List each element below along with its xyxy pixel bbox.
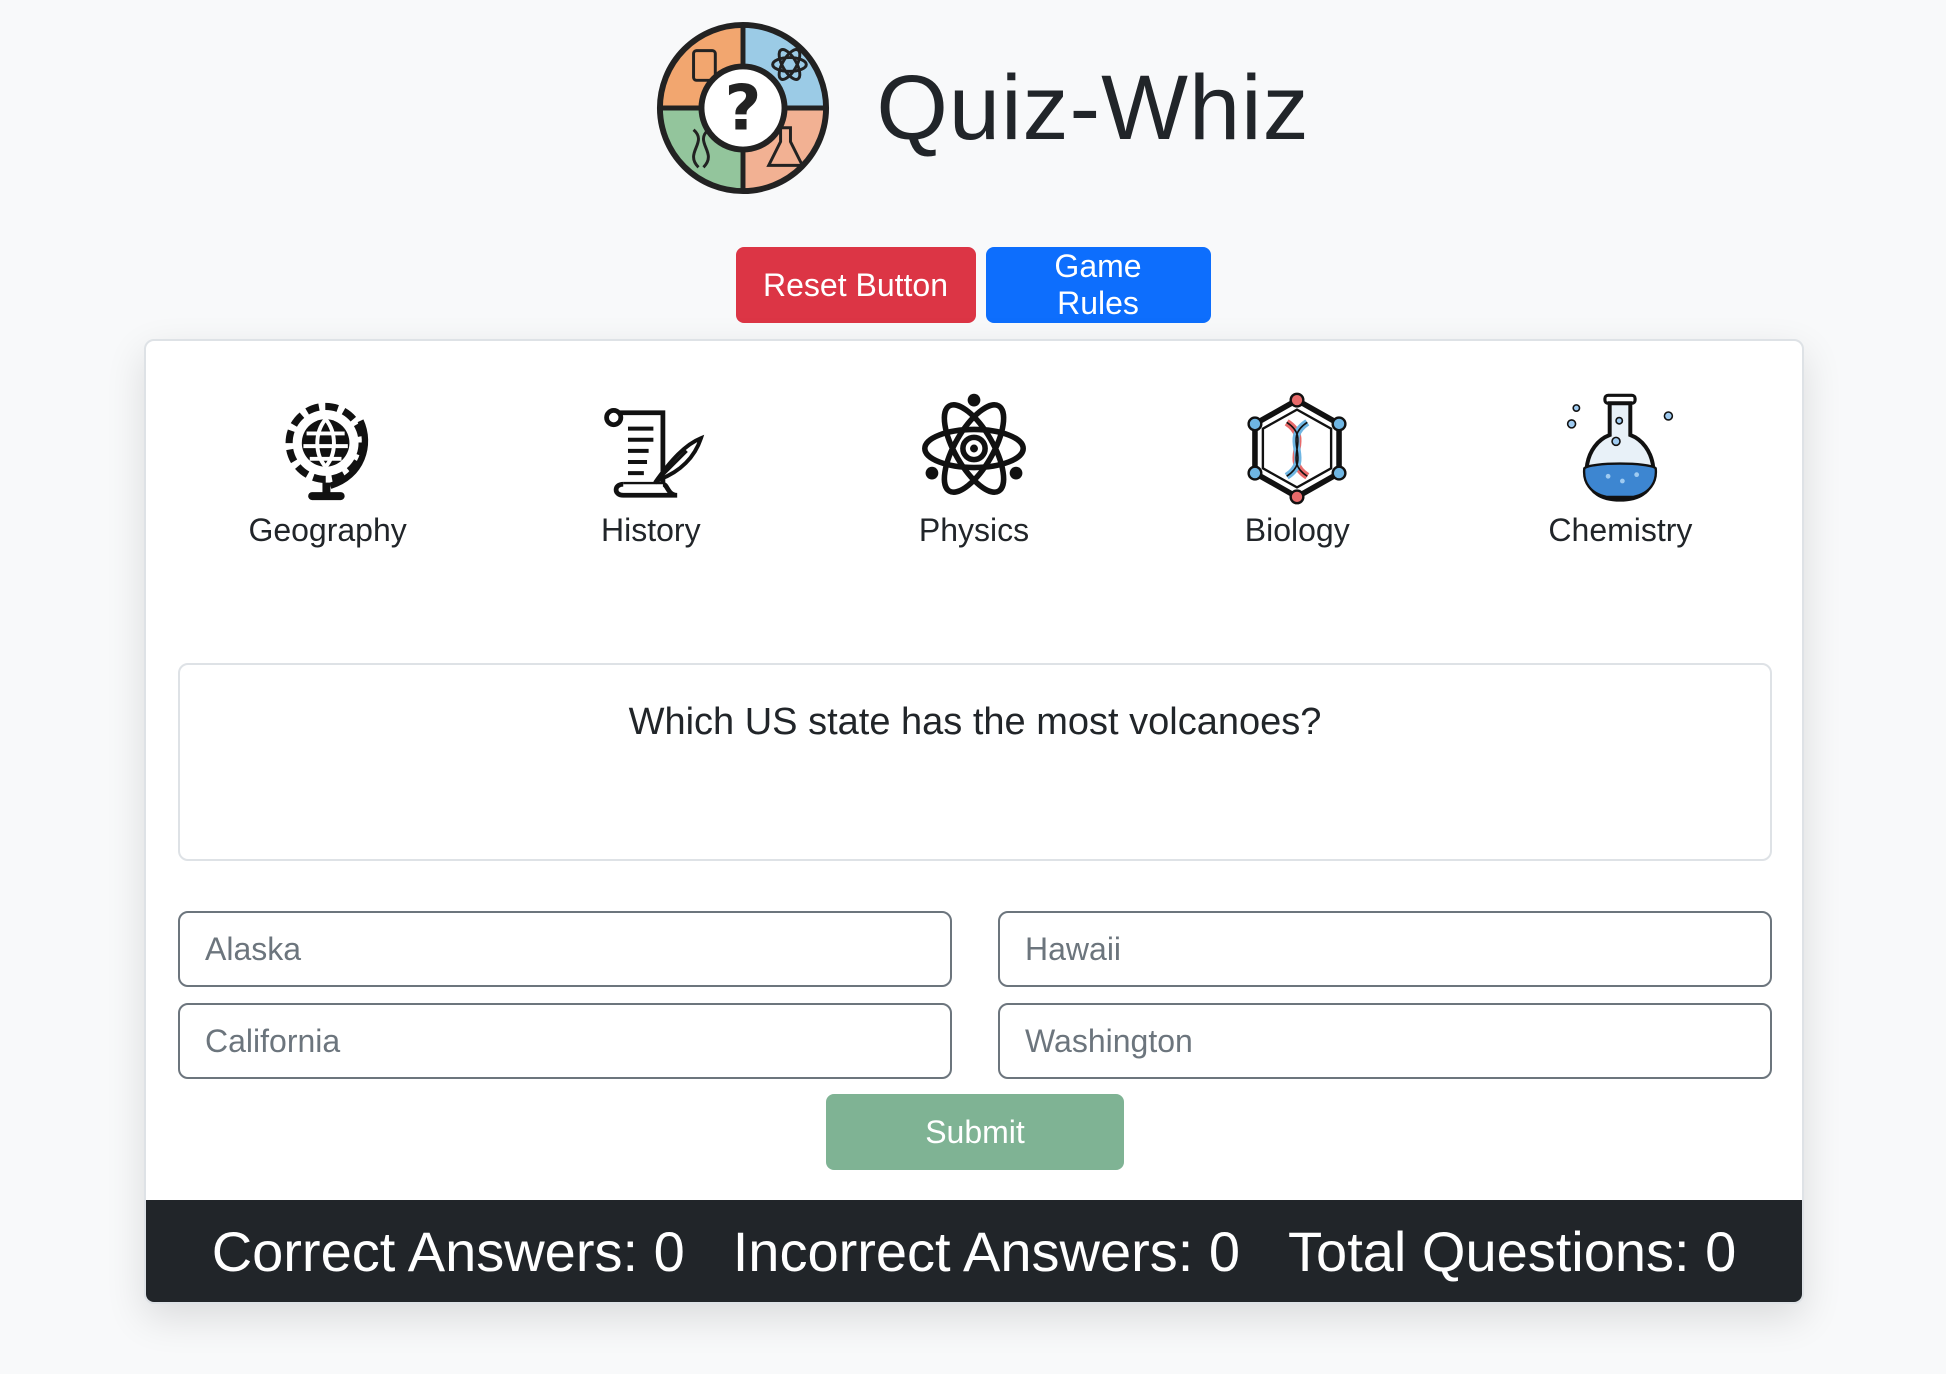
scroll-quill-icon (603, 408, 705, 498)
category-label: Biology (1244, 512, 1350, 548)
category-label: Geography (248, 512, 407, 548)
game-rules-button[interactable]: Game Rules (985, 247, 1211, 323)
category-biology[interactable]: Biology (1136, 389, 1459, 549)
quiz-card: Geography History Physics Biology Chemis… (144, 339, 1804, 1304)
category-chemistry[interactable]: Chemistry (1459, 389, 1782, 549)
category-label: Physics (918, 512, 1030, 548)
category-list: Geography History Physics Biology Chemis… (146, 389, 1802, 549)
category-label: Chemistry (1548, 512, 1693, 548)
app-title: Quiz-Whiz (876, 56, 1310, 159)
flask-icon (1567, 393, 1674, 502)
category-geography[interactable]: Geography (166, 389, 489, 549)
answer-option-3[interactable] (178, 1003, 952, 1079)
answer-option-4[interactable] (998, 1003, 1772, 1079)
question-text: Which US state has the most volcanoes? (628, 701, 1322, 743)
total-questions-count: Total Questions: 0 (1288, 1219, 1737, 1283)
question-box: Which US state has the most volcanoes? (178, 663, 1772, 861)
submit-button[interactable]: Submit (826, 1094, 1124, 1170)
correct-answers-count: Correct Answers: 0 (211, 1219, 685, 1283)
svg-text:?: ? (725, 71, 762, 145)
answer-option-2[interactable] (998, 911, 1772, 987)
dna-icon (1247, 392, 1347, 505)
app-header: ? Quiz-Whiz (0, 18, 1946, 198)
answer-option-1[interactable] (178, 911, 952, 987)
category-label: History (601, 512, 701, 548)
top-button-group: Reset Button Game Rules (0, 247, 1946, 323)
globe-icon (285, 402, 368, 501)
quiz-logo-icon: ? (657, 21, 830, 195)
answer-grid (178, 911, 1772, 1079)
category-history[interactable]: History (489, 389, 812, 549)
score-bar: Correct Answers: 0 Incorrect Answers: 0 … (146, 1200, 1802, 1302)
incorrect-answers-count: Incorrect Answers: 0 (732, 1219, 1241, 1283)
reset-button[interactable]: Reset Button (735, 247, 976, 323)
category-physics[interactable]: Physics (812, 389, 1135, 549)
atom-icon (922, 393, 1026, 495)
